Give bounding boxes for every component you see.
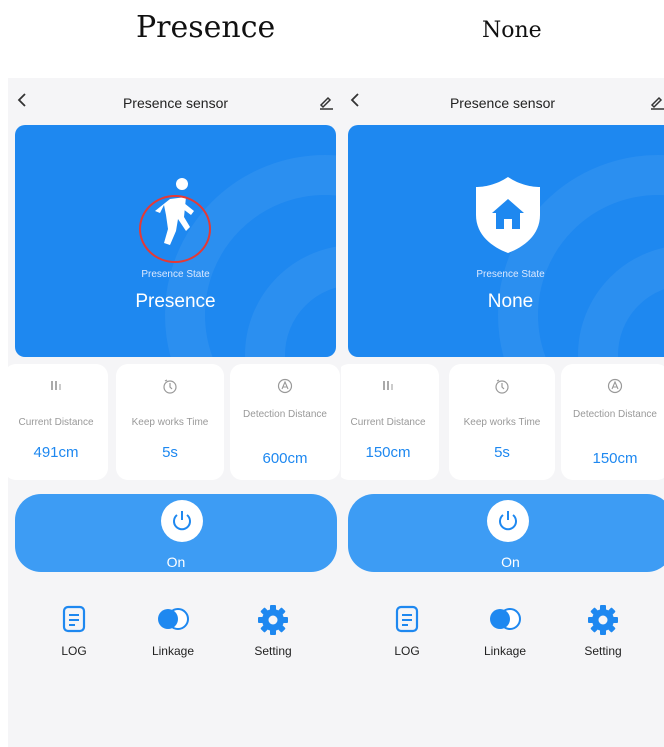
- current-distance-label: Current Distance: [18, 417, 94, 428]
- toggle-link-icon: [465, 604, 545, 636]
- edit-button[interactable]: [318, 94, 336, 112]
- power-toggle-bar[interactable]: On: [15, 494, 337, 572]
- pencil-icon: [650, 96, 664, 110]
- power-state-label: On: [501, 554, 520, 570]
- nav-log-label: LOG: [394, 644, 420, 658]
- power-button[interactable]: [161, 500, 203, 542]
- pencil-icon: [319, 96, 333, 110]
- presence-state-value: Presence: [135, 291, 216, 312]
- power-state-label: On: [166, 554, 186, 570]
- presence-state-label: Presence State: [141, 269, 210, 280]
- log-document-icon: [367, 604, 447, 636]
- current-distance-value: 491cm: [33, 444, 79, 461]
- gear-icon: [233, 604, 313, 636]
- edit-button[interactable]: [649, 94, 664, 112]
- highlight-circle: [139, 195, 211, 263]
- detection-distance-label: Detection Distance: [573, 409, 657, 420]
- signal-bars-icon: [8, 378, 108, 394]
- caption-none: None: [482, 18, 542, 43]
- nav-linkage-label: Linkage: [151, 644, 195, 658]
- timer-icon: [116, 378, 224, 394]
- signal-bars-icon: [341, 378, 439, 394]
- detection-distance-value: 150cm: [592, 450, 638, 467]
- card-current-distance[interactable]: Current Distance 150cm: [341, 364, 439, 480]
- nav-linkage[interactable]: Linkage: [465, 604, 545, 664]
- metrics-row: Current Distance 491cm Keep works Time 5…: [8, 364, 343, 480]
- current-distance-label: Current Distance: [350, 417, 426, 428]
- nav-setting[interactable]: Setting: [563, 604, 643, 664]
- nav-setting-label: Setting: [584, 644, 622, 658]
- radar-icon: [561, 378, 664, 394]
- card-keep-works-time[interactable]: Keep works Time 5s: [116, 364, 224, 480]
- nav-linkage-label: Linkage: [483, 644, 527, 658]
- power-icon: [499, 511, 517, 531]
- presence-state-label: Presence State: [476, 269, 545, 280]
- card-keep-works-time[interactable]: Keep works Time 5s: [449, 364, 555, 480]
- page-title: Presence sensor: [449, 95, 556, 111]
- detection-distance-value: 600cm: [262, 450, 308, 467]
- toggle-link-icon: [133, 604, 213, 636]
- phone-screen-none: Presence sensor Presence State None Curr…: [341, 78, 664, 747]
- keep-works-time-value: 5s: [162, 444, 178, 461]
- power-button[interactable]: [487, 500, 529, 542]
- card-current-distance[interactable]: Current Distance 491cm: [8, 364, 108, 480]
- metrics-row: Current Distance 150cm Keep works Time 5…: [341, 364, 664, 480]
- phone-screen-presence: Presence sensor Presence State Presence …: [8, 78, 343, 747]
- keep-works-time-label: Keep works Time: [131, 417, 209, 428]
- detection-distance-label: Detection Distance: [243, 409, 327, 420]
- nav-log[interactable]: LOG: [34, 604, 114, 664]
- status-hero-card: Presence State Presence: [15, 125, 336, 357]
- timer-icon: [449, 378, 555, 394]
- power-toggle-bar[interactable]: On: [348, 494, 664, 572]
- keep-works-time-value: 5s: [494, 444, 510, 461]
- status-hero-card: Presence State None: [348, 125, 664, 357]
- presence-state-value: None: [487, 291, 534, 312]
- nav-setting-label: Setting: [254, 644, 292, 658]
- log-document-icon: [34, 604, 114, 636]
- top-bar: Presence sensor: [341, 78, 664, 126]
- radar-icon: [230, 378, 340, 394]
- top-bar: Presence sensor: [8, 78, 343, 126]
- card-detection-distance[interactable]: Detection Distance 150cm: [561, 364, 664, 480]
- card-detection-distance[interactable]: Detection Distance 600cm: [230, 364, 340, 480]
- gear-icon: [563, 604, 643, 636]
- nav-log[interactable]: LOG: [367, 604, 447, 664]
- nav-linkage[interactable]: Linkage: [133, 604, 213, 664]
- keep-works-time-label: Keep works Time: [463, 417, 541, 428]
- nav-setting[interactable]: Setting: [233, 604, 313, 664]
- caption-presence: Presence: [136, 10, 276, 45]
- current-distance-value: 150cm: [365, 444, 411, 461]
- home-shield-icon: [470, 175, 546, 255]
- power-icon: [173, 511, 191, 531]
- nav-log-label: LOG: [61, 644, 87, 658]
- page-title: Presence sensor: [122, 95, 229, 111]
